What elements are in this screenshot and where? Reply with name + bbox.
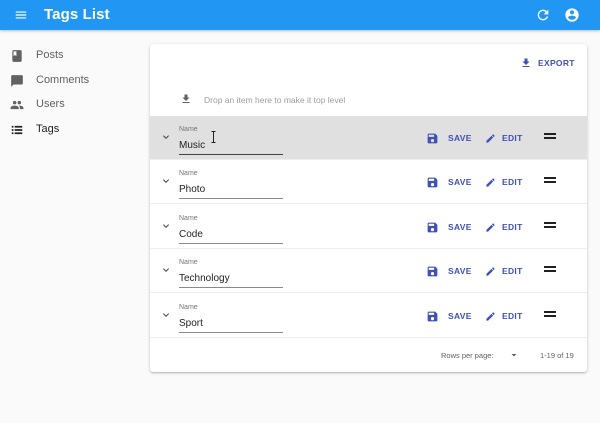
table-row[interactable]: Name SAVE EDIT (150, 294, 587, 338)
edit-label: EDIT (502, 177, 523, 187)
save-label: SAVE (448, 311, 472, 321)
pencil-icon (486, 266, 495, 276)
edit-button[interactable]: EDIT (485, 219, 523, 235)
pencil-icon (486, 222, 495, 232)
page-range: 1-19 of 19 (540, 351, 574, 360)
list-icon (11, 125, 23, 135)
account-circle-icon[interactable] (564, 7, 580, 23)
name-field-label: Name (179, 215, 198, 222)
chat-icon (11, 75, 23, 87)
table-row[interactable]: Name SAVE EDIT (150, 116, 587, 160)
book-icon (12, 50, 22, 62)
save-icon (427, 177, 438, 187)
sidebar-item-comments[interactable]: Comments (0, 69, 140, 93)
save-button[interactable]: SAVE (426, 174, 472, 190)
edit-label: EDIT (502, 266, 523, 276)
name-input[interactable] (179, 135, 283, 155)
save-button[interactable]: SAVE (426, 308, 472, 324)
menu-icon[interactable] (14, 8, 28, 22)
sidebar-item-users[interactable]: Users (0, 93, 140, 117)
name-field: Name (179, 169, 283, 199)
export-label: EXPORT (538, 58, 575, 68)
save-button[interactable]: SAVE (426, 130, 472, 146)
pencil-icon (486, 133, 495, 143)
app-title: Tags List (44, 6, 110, 23)
sidebar-item-label: Users (36, 98, 65, 110)
save-icon (427, 222, 438, 232)
download-icon (522, 58, 530, 67)
sidebar-item-label: Comments (36, 74, 90, 86)
sidebar-item-tags[interactable]: Tags (0, 118, 140, 142)
name-input[interactable] (179, 179, 283, 199)
save-label: SAVE (448, 222, 472, 232)
save-label: SAVE (448, 133, 472, 143)
name-field: Name (179, 258, 283, 288)
sidebar-item-label: Posts (36, 49, 64, 61)
chevron-down-icon[interactable] (160, 309, 172, 321)
name-input[interactable] (179, 224, 283, 244)
pencil-icon (486, 311, 495, 321)
edit-label: EDIT (502, 133, 523, 143)
rows-per-page-select[interactable] (508, 349, 520, 361)
save-icon (427, 266, 438, 276)
tags-list-card: EXPORT Drop an item here to make it top … (150, 44, 587, 372)
edit-label: EDIT (502, 222, 523, 232)
table-row[interactable]: Name SAVE EDIT (150, 160, 587, 204)
name-field-label: Name (179, 304, 198, 311)
drop-zone[interactable]: Drop an item here to make it top level (150, 89, 587, 111)
edit-button[interactable]: EDIT (485, 174, 523, 190)
export-button[interactable]: EXPORT (520, 56, 575, 70)
edit-label: EDIT (502, 311, 523, 321)
name-field: Name (179, 303, 283, 333)
name-field-label: Name (179, 259, 198, 266)
save-button[interactable]: SAVE (426, 219, 472, 235)
chevron-down-icon[interactable] (160, 131, 172, 143)
drag-handle-icon[interactable] (544, 177, 556, 185)
name-field: Name (179, 125, 283, 155)
table-row[interactable]: Name SAVE EDIT (150, 205, 587, 249)
pencil-icon (486, 177, 495, 187)
edit-button[interactable]: EDIT (485, 130, 523, 146)
save-label: SAVE (448, 266, 472, 276)
chevron-down-icon[interactable] (160, 264, 172, 276)
edit-button[interactable]: EDIT (485, 263, 523, 279)
rows-per-page-label: Rows per page: (441, 351, 494, 360)
save-button[interactable]: SAVE (426, 263, 472, 279)
name-input[interactable] (179, 313, 283, 333)
edit-button[interactable]: EDIT (485, 308, 523, 324)
name-field: Name (179, 214, 283, 244)
chevron-down-icon[interactable] (160, 175, 172, 187)
drop-zone-text: Drop an item here to make it top level (204, 95, 346, 105)
drag-handle-icon[interactable] (544, 133, 556, 141)
drag-handle-icon[interactable] (544, 311, 556, 319)
download-icon (182, 94, 190, 103)
sidebar-item-posts[interactable]: Posts (0, 44, 140, 68)
table-row[interactable]: Name SAVE EDIT (150, 249, 587, 293)
name-field-label: Name (179, 170, 198, 177)
name-input[interactable] (179, 268, 283, 288)
save-label: SAVE (448, 177, 472, 187)
drag-handle-icon[interactable] (544, 222, 556, 230)
chevron-down-icon[interactable] (160, 220, 172, 232)
sidebar-item-label: Tags (36, 123, 60, 135)
people-icon (10, 100, 24, 110)
drag-handle-icon[interactable] (544, 266, 556, 274)
save-icon (427, 133, 438, 143)
save-icon (427, 311, 438, 321)
refresh-icon[interactable] (535, 7, 551, 23)
app-bar: Tags List (0, 0, 600, 30)
name-field-label: Name (179, 126, 198, 133)
pagination: Rows per page: 1-19 of 19 (150, 346, 587, 364)
